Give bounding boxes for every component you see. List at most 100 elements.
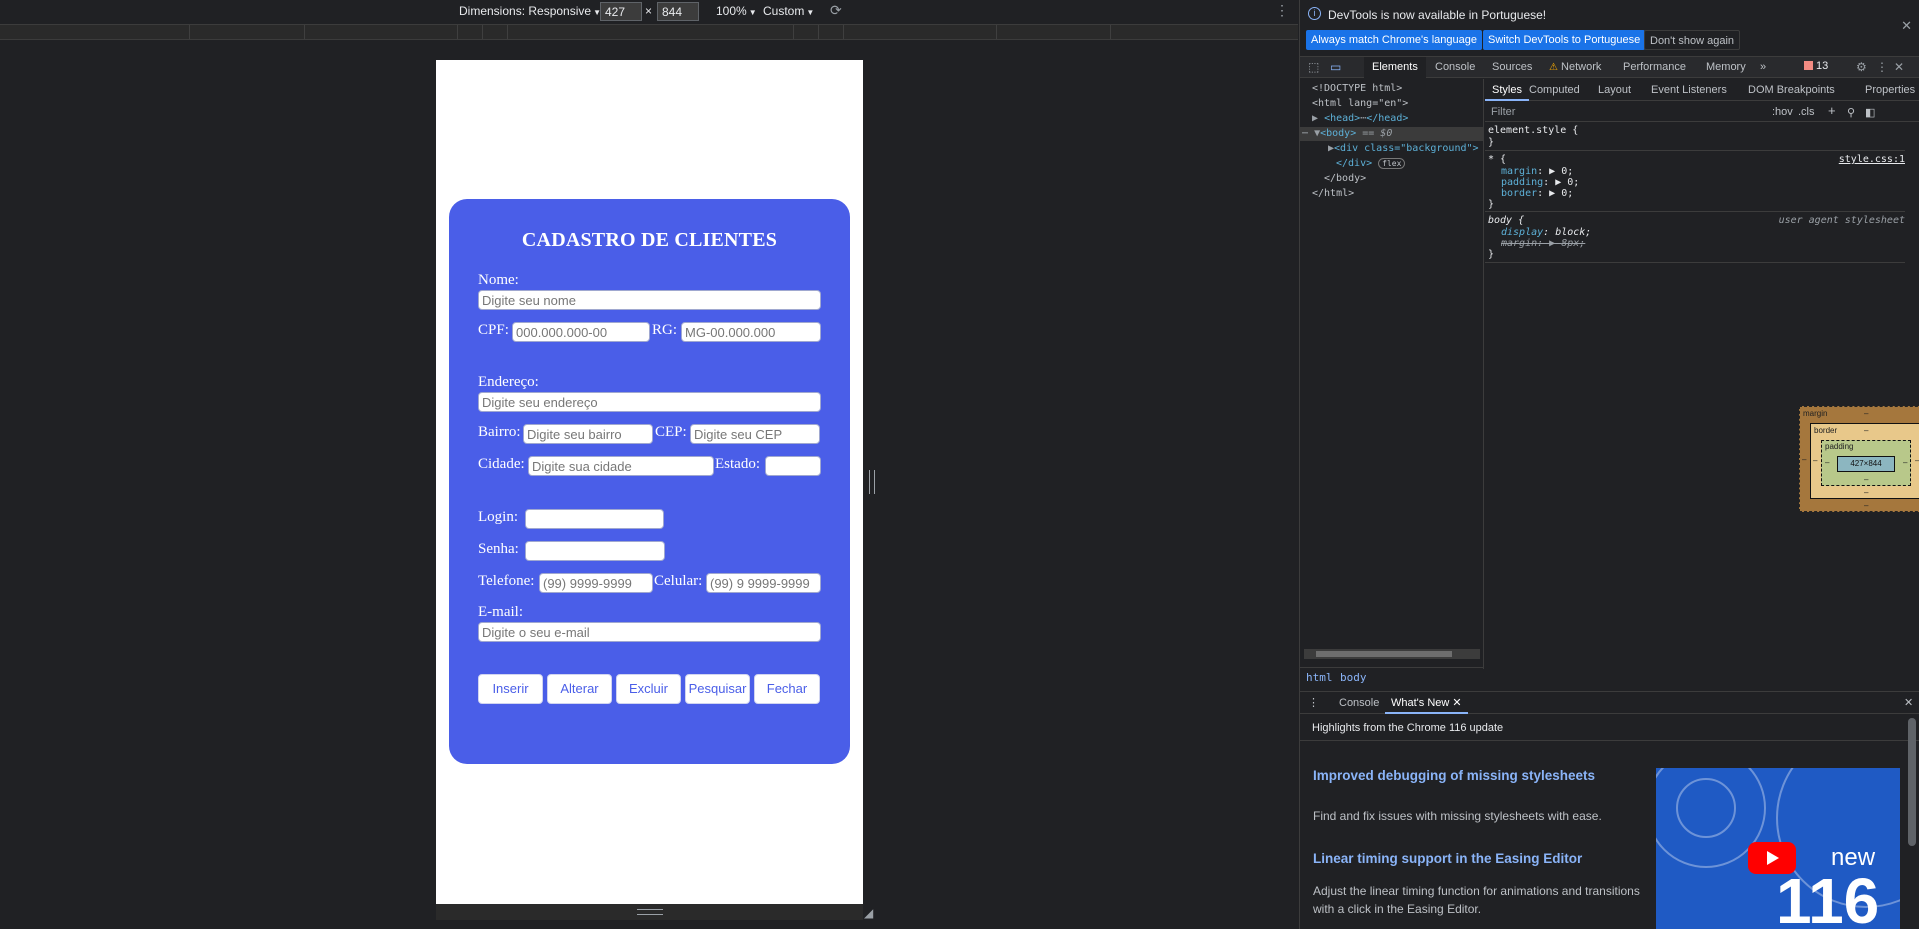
- styles-filter-input[interactable]: [1487, 104, 1757, 120]
- style-css-source-link[interactable]: style.css:1: [1839, 154, 1905, 165]
- chrome-116-promo-image[interactable]: new 116: [1656, 768, 1900, 929]
- body-selector[interactable]: body {: [1488, 215, 1524, 226]
- settings-gear-icon[interactable]: ⚙: [1856, 60, 1867, 74]
- close-icon[interactable]: ✕: [1901, 18, 1912, 34]
- dom-doctype[interactable]: <!DOCTYPE html>: [1312, 83, 1402, 94]
- width-input[interactable]: [600, 2, 642, 21]
- dom-div-close-line[interactable]: </div> flex: [1336, 158, 1406, 169]
- senha-input[interactable]: [525, 541, 665, 561]
- dimensions-dropdown[interactable]: Dimensions: Responsive ▼: [459, 4, 601, 18]
- paint-icon[interactable]: ⚲: [1847, 106, 1855, 119]
- expand-arrow-icon[interactable]: ▶: [1555, 177, 1561, 188]
- throttle-dropdown[interactable]: Custom ▼: [763, 4, 814, 18]
- scrollbar-thumb[interactable]: [1316, 651, 1452, 657]
- dont-show-again-button[interactable]: Don't show again: [1644, 30, 1741, 50]
- display-declaration[interactable]: display: block;: [1501, 227, 1591, 238]
- tab-properties[interactable]: Properties: [1865, 84, 1915, 96]
- whats-new-label: What's New: [1391, 697, 1450, 709]
- dom-body-close[interactable]: </body>: [1324, 173, 1366, 184]
- dom-horizontal-scrollbar[interactable]: [1304, 649, 1480, 659]
- login-input[interactable]: [525, 509, 664, 529]
- padding-declaration[interactable]: padding: ▶ 0;: [1501, 177, 1579, 188]
- media-query-ruler[interactable]: [0, 24, 1298, 40]
- alterar-button[interactable]: Alterar: [547, 674, 612, 704]
- drawer-tab-console[interactable]: Console: [1339, 697, 1379, 709]
- viewport-resize-handle-bottom[interactable]: [637, 909, 663, 915]
- telefone-input[interactable]: [539, 573, 653, 593]
- tab-console[interactable]: Console: [1435, 61, 1475, 73]
- tab-performance[interactable]: Performance: [1623, 61, 1686, 73]
- more-options-icon[interactable]: ⋮: [1275, 2, 1289, 19]
- cep-input[interactable]: [690, 424, 820, 444]
- overridden-margin-declaration[interactable]: margin: ▶ 8px;: [1501, 238, 1585, 249]
- tab-dom-breakpoints[interactable]: DOM Breakpoints: [1748, 84, 1835, 96]
- tab-styles[interactable]: Styles: [1485, 79, 1529, 101]
- tab-memory[interactable]: Memory: [1706, 61, 1746, 73]
- whats-new-item-desc: Find and fix issues with missing stylesh…: [1313, 809, 1602, 823]
- drawer-tab-whats-new[interactable]: What's New ✕: [1385, 692, 1468, 714]
- bairro-input[interactable]: [523, 424, 653, 444]
- dom-body-node[interactable]: ⋯ ▼<body> == $0: [1302, 128, 1392, 139]
- whats-new-item-title[interactable]: Linear timing support in the Easing Edit…: [1313, 850, 1613, 868]
- hov-toggle[interactable]: :hov: [1772, 106, 1793, 118]
- scrollbar-thumb[interactable]: [1908, 718, 1916, 846]
- drawer-scrollbar[interactable]: [1906, 716, 1918, 929]
- more-tabs-icon[interactable]: »: [1760, 61, 1766, 73]
- cidade-input[interactable]: [528, 456, 714, 476]
- expand-arrow-icon[interactable]: ▶: [1312, 113, 1318, 124]
- tab-layout[interactable]: Layout: [1598, 84, 1631, 96]
- tab-computed[interactable]: Computed: [1529, 84, 1580, 96]
- switch-to-portuguese-button[interactable]: Switch DevTools to Portuguese: [1483, 30, 1646, 50]
- cpf-input[interactable]: [512, 322, 650, 342]
- nome-input[interactable]: [478, 290, 821, 310]
- height-input[interactable]: [657, 2, 699, 21]
- close-devtools-icon[interactable]: ✕: [1894, 60, 1904, 74]
- expand-arrow-icon[interactable]: ▶: [1549, 188, 1555, 199]
- dom-head-node[interactable]: ▶ <head>⋯</head>: [1312, 113, 1408, 124]
- expand-arrow-icon[interactable]: ▶: [1549, 166, 1555, 177]
- error-badge[interactable]: 13: [1804, 60, 1828, 72]
- estado-input[interactable]: [765, 456, 821, 476]
- whats-new-item-title[interactable]: Improved debugging of missing stylesheet…: [1313, 767, 1613, 785]
- tab-network[interactable]: ⚠ Network: [1549, 61, 1601, 73]
- dom-html-close[interactable]: </html>: [1312, 188, 1354, 199]
- element-style-selector[interactable]: element.style {: [1488, 125, 1578, 136]
- box-model-border-top: –: [1864, 426, 1869, 435]
- dom-div-node[interactable]: ▶<div class="background">: [1328, 143, 1479, 154]
- sidebar-toggle-icon[interactable]: ◧: [1865, 106, 1875, 119]
- close-tab-icon[interactable]: ✕: [1452, 697, 1461, 709]
- rg-input[interactable]: [681, 322, 821, 342]
- inserir-button[interactable]: Inserir: [478, 674, 543, 704]
- tab-sources[interactable]: Sources: [1492, 61, 1532, 73]
- rotate-icon[interactable]: ⟳: [830, 2, 842, 19]
- viewport-resize-handle-right[interactable]: [869, 470, 875, 494]
- corner-resize-icon[interactable]: ◢: [864, 906, 873, 920]
- emulated-viewport: CADASTRO DE CLIENTES Nome: CPF: RG: Ende…: [436, 60, 863, 904]
- flex-badge[interactable]: flex: [1378, 158, 1406, 169]
- dom-html-open[interactable]: <html lang="en">: [1312, 98, 1408, 109]
- drawer-menu-icon[interactable]: ⋮: [1308, 696, 1319, 709]
- margin-declaration[interactable]: margin: ▶ 0;: [1501, 166, 1573, 177]
- device-toolbar-icon[interactable]: ▭: [1330, 60, 1341, 74]
- inspect-element-icon[interactable]: ⬚: [1308, 60, 1319, 74]
- close-drawer-icon[interactable]: ✕: [1904, 696, 1913, 709]
- tab-elements[interactable]: Elements: [1364, 57, 1426, 78]
- universal-selector[interactable]: * {: [1488, 154, 1506, 165]
- zoom-dropdown[interactable]: 100% ▼: [716, 4, 757, 18]
- endereco-input[interactable]: [478, 392, 821, 412]
- customize-menu-icon[interactable]: ⋮: [1876, 60, 1888, 74]
- border-declaration[interactable]: border: ▶ 0;: [1501, 188, 1573, 199]
- user-agent-stylesheet-label: user agent stylesheet: [1778, 215, 1905, 226]
- cls-toggle[interactable]: .cls: [1798, 106, 1815, 118]
- pesquisar-button[interactable]: Pesquisar: [685, 674, 750, 704]
- breadcrumb-html[interactable]: html: [1306, 671, 1333, 684]
- celular-input[interactable]: [706, 573, 821, 593]
- fechar-button[interactable]: Fechar: [754, 674, 820, 704]
- breadcrumb-body[interactable]: body: [1340, 671, 1367, 684]
- email-input[interactable]: [478, 622, 821, 642]
- always-match-language-button[interactable]: Always match Chrome's language: [1306, 30, 1482, 50]
- new-style-rule-icon[interactable]: +: [1828, 103, 1836, 118]
- emulation-toolbar: Dimensions: Responsive▼ × 100%▼ Custom▼ …: [0, 0, 1298, 24]
- excluir-button[interactable]: Excluir: [616, 674, 681, 704]
- tab-event-listeners[interactable]: Event Listeners: [1651, 84, 1727, 96]
